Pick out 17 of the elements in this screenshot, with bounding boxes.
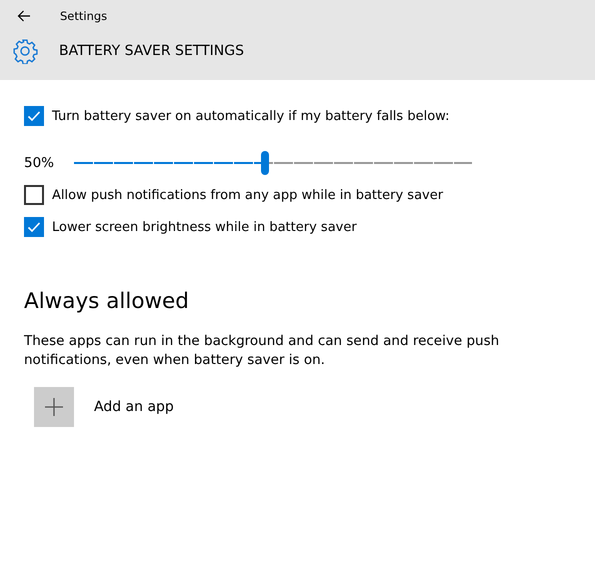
page-title: BATTERY SAVER SETTINGS (59, 43, 244, 59)
window-title: Settings (60, 9, 108, 23)
section-description: These apps can run in the background and can send and receive push notifications, even when battery saver is on. (24, 332, 500, 370)
slider-thumb[interactable] (261, 151, 270, 175)
add-app-link[interactable]: Add an app (94, 399, 174, 415)
checkbox[interactable] (24, 106, 44, 126)
back-arrow-icon[interactable] (17, 10, 31, 22)
plus-icon (45, 398, 63, 416)
checkbox-label: Turn battery saver on automatically if my battery falls below: (52, 108, 450, 124)
checkbox-label: Allow push notifications from any app while in battery saver (52, 188, 444, 202)
settings-icon (12, 38, 38, 64)
checkbox[interactable] (24, 217, 44, 237)
checkbox[interactable] (24, 185, 44, 205)
add-button[interactable] (34, 387, 74, 427)
section-heading: Always allowed (24, 289, 190, 314)
checkbox-label: Lower screen brightness while in battery saver (52, 220, 357, 234)
slider-value: 50% (24, 155, 56, 171)
